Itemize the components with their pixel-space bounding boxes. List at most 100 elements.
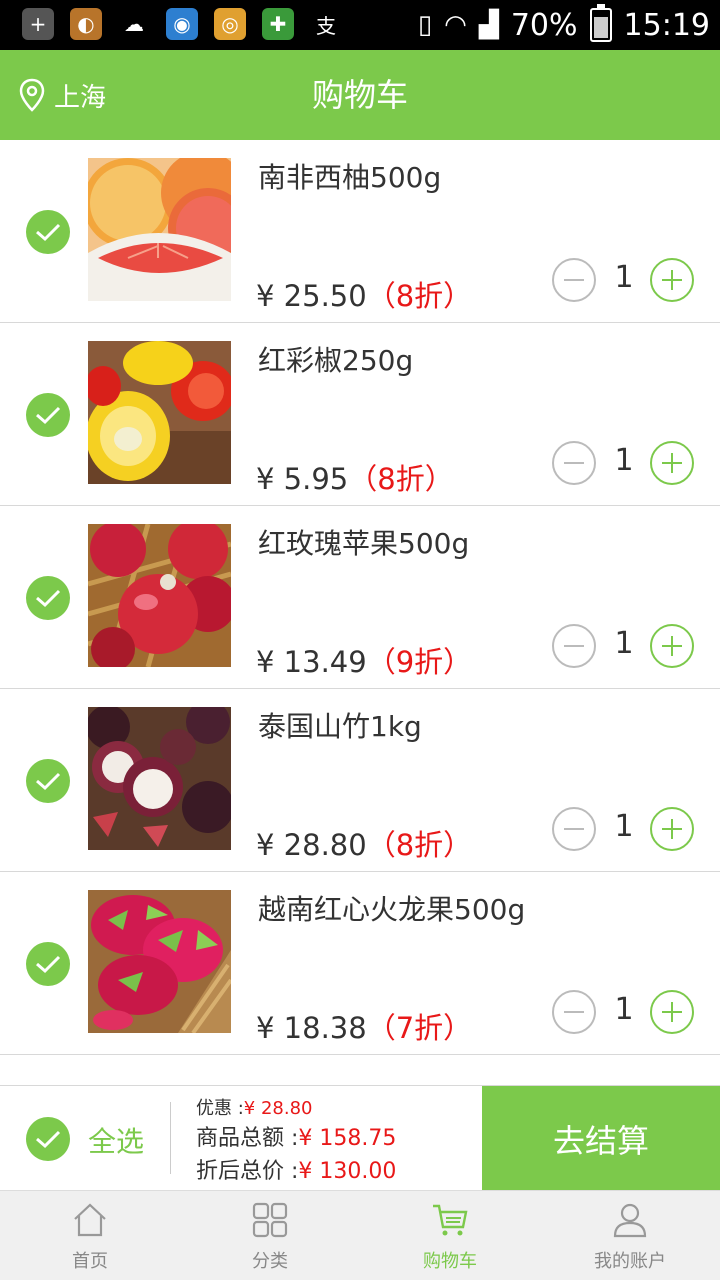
- product-price: ¥ 28.80（8折）: [256, 822, 472, 864]
- decrease-quantity-button[interactable]: [552, 258, 596, 302]
- clock: 15:19: [623, 7, 710, 43]
- cart-item: 泰国山竹1kg ¥ 28.80（8折） 1: [0, 689, 720, 872]
- quantity-value: 1: [614, 260, 634, 295]
- item-checkbox[interactable]: [26, 942, 70, 986]
- app-store-icon: ◎: [214, 8, 246, 40]
- checkout-button[interactable]: 去结算: [482, 1086, 720, 1191]
- battery-icon: [589, 4, 612, 42]
- bottom-tab-bar: 首页 分类 购物车 我的账户: [0, 1190, 720, 1280]
- increase-quantity-button[interactable]: [650, 258, 694, 302]
- product-name[interactable]: 红玫瑰苹果500g: [258, 522, 469, 562]
- increase-quantity-button[interactable]: [650, 990, 694, 1034]
- final-price-value: ¥ 130.00: [298, 1159, 397, 1184]
- tab-account[interactable]: 我的账户: [540, 1191, 720, 1280]
- product-image-pepper[interactable]: [88, 341, 231, 484]
- price-value: ¥ 28.80: [256, 828, 367, 862]
- cart-list: 南非西柚500g ¥ 25.50（8折） 1 红彩椒250g ¥ 5.95（8折…: [0, 140, 720, 1055]
- tab-category[interactable]: 分类: [180, 1191, 360, 1280]
- status-bar: + ◐ ☁ ◉ ◎ ✚ 支 ▯ ◠ ▟ 70% 15:19: [0, 0, 720, 50]
- signal-icon: ▟: [478, 10, 499, 40]
- checkmark-icon: [36, 406, 61, 425]
- security-app-icon: ✚: [262, 8, 294, 40]
- quantity-value: 1: [614, 992, 634, 1027]
- discount-row-value: ¥ 28.80: [243, 1098, 313, 1119]
- cart-item: 红玫瑰苹果500g ¥ 13.49（9折） 1: [0, 506, 720, 689]
- product-price: ¥ 13.49（9折）: [256, 639, 472, 681]
- select-all-label[interactable]: 全选: [88, 1120, 144, 1160]
- tab-home-label: 首页: [72, 1251, 108, 1272]
- quantity-value: 1: [614, 443, 634, 478]
- cart-item: 红彩椒250g ¥ 5.95（8折） 1: [0, 323, 720, 506]
- total-row: 商品总额 :¥ 158.75: [196, 1120, 396, 1151]
- uc-browser-icon: ◐: [70, 8, 102, 40]
- user-icon: [613, 1203, 647, 1238]
- battery-percent: 70%: [510, 7, 578, 43]
- product-image-apple[interactable]: [88, 524, 231, 667]
- checkmark-icon: [36, 955, 61, 974]
- select-all-checkbox[interactable]: [26, 1117, 70, 1161]
- item-checkbox[interactable]: [26, 393, 70, 437]
- tab-home[interactable]: 首页: [0, 1191, 180, 1280]
- product-name[interactable]: 越南红心火龙果500g: [258, 888, 525, 928]
- discount-row: 优惠 :¥ 28.80: [196, 1094, 396, 1119]
- checkmark-icon: [36, 223, 61, 242]
- discount-label: （9折）: [366, 645, 473, 679]
- price-value: ¥ 5.95: [256, 462, 349, 496]
- item-checkbox[interactable]: [26, 210, 70, 254]
- decrease-quantity-button[interactable]: [552, 624, 596, 668]
- product-image-dragon-fruit[interactable]: [88, 890, 231, 1033]
- tab-account-label: 我的账户: [594, 1251, 666, 1272]
- checkmark-icon: [36, 1130, 61, 1149]
- total-row-label: 商品总额 :: [196, 1126, 299, 1151]
- final-price-label: 折后总价 :: [196, 1159, 299, 1184]
- increase-quantity-button[interactable]: [650, 624, 694, 668]
- app-header: 上海 购物车: [0, 50, 720, 140]
- wifi-app-icon: ◉: [166, 8, 198, 40]
- home-icon: [74, 1203, 106, 1237]
- alipay-icon: 支: [316, 13, 336, 38]
- price-value: ¥ 25.50: [256, 279, 367, 313]
- decrease-quantity-button[interactable]: [552, 807, 596, 851]
- discount-label: （8折）: [348, 462, 454, 496]
- product-name[interactable]: 红彩椒250g: [258, 339, 413, 379]
- wifi-icon: ◠: [444, 10, 467, 40]
- increase-quantity-button[interactable]: [650, 807, 694, 851]
- product-image-grapefruit[interactable]: [88, 158, 231, 301]
- product-price: ¥ 18.38（7折）: [256, 1005, 472, 1047]
- cart-item: 南非西柚500g ¥ 25.50（8折） 1: [0, 140, 720, 323]
- notification-icons: + ◐ ☁ ◉ ◎ ✚ 支: [22, 8, 358, 40]
- product-name[interactable]: 南非西柚500g: [258, 156, 441, 196]
- decrease-quantity-button[interactable]: [552, 990, 596, 1034]
- discount-label: （7折）: [366, 1011, 473, 1045]
- tab-cart[interactable]: 购物车: [360, 1191, 540, 1280]
- decrease-quantity-button[interactable]: [552, 441, 596, 485]
- status-right: ▯ ◠ ▟ 70% 15:19: [418, 0, 710, 50]
- grid-icon: [252, 1202, 288, 1238]
- product-name[interactable]: 泰国山竹1kg: [258, 705, 422, 745]
- add-notification-icon: +: [22, 8, 54, 40]
- cart-item: 越南红心火龙果500g ¥ 18.38（7折） 1: [0, 872, 720, 1055]
- discount-label: （8折）: [366, 828, 473, 862]
- tab-category-label: 分类: [252, 1251, 288, 1272]
- product-price: ¥ 5.95（8折）: [256, 456, 454, 498]
- rotate-icon: ▯: [417, 10, 433, 40]
- cart-icon: [433, 1204, 468, 1236]
- discount-label: （8折）: [366, 279, 473, 313]
- product-price: ¥ 25.50（8折）: [256, 273, 472, 315]
- quantity-value: 1: [614, 626, 634, 661]
- page-title: 购物车: [311, 76, 408, 114]
- discount-row-label: 优惠 :: [196, 1098, 244, 1119]
- divider: [170, 1102, 171, 1174]
- total-row-value: ¥ 158.75: [298, 1126, 397, 1151]
- checkout-summary-bar: 全选 优惠 :¥ 28.80 商品总额 :¥ 158.75 折后总价 :¥ 13…: [0, 1085, 720, 1191]
- quantity-value: 1: [614, 809, 634, 844]
- price-value: ¥ 18.38: [256, 1011, 367, 1045]
- checkmark-icon: [36, 589, 61, 608]
- final-price-row: 折后总价 :¥ 130.00: [196, 1153, 396, 1184]
- product-image-mangosteen[interactable]: [88, 707, 231, 850]
- item-checkbox[interactable]: [26, 759, 70, 803]
- checkmark-icon: [36, 772, 61, 791]
- increase-quantity-button[interactable]: [650, 441, 694, 485]
- item-checkbox[interactable]: [26, 576, 70, 620]
- tab-cart-label: 购物车: [423, 1251, 477, 1272]
